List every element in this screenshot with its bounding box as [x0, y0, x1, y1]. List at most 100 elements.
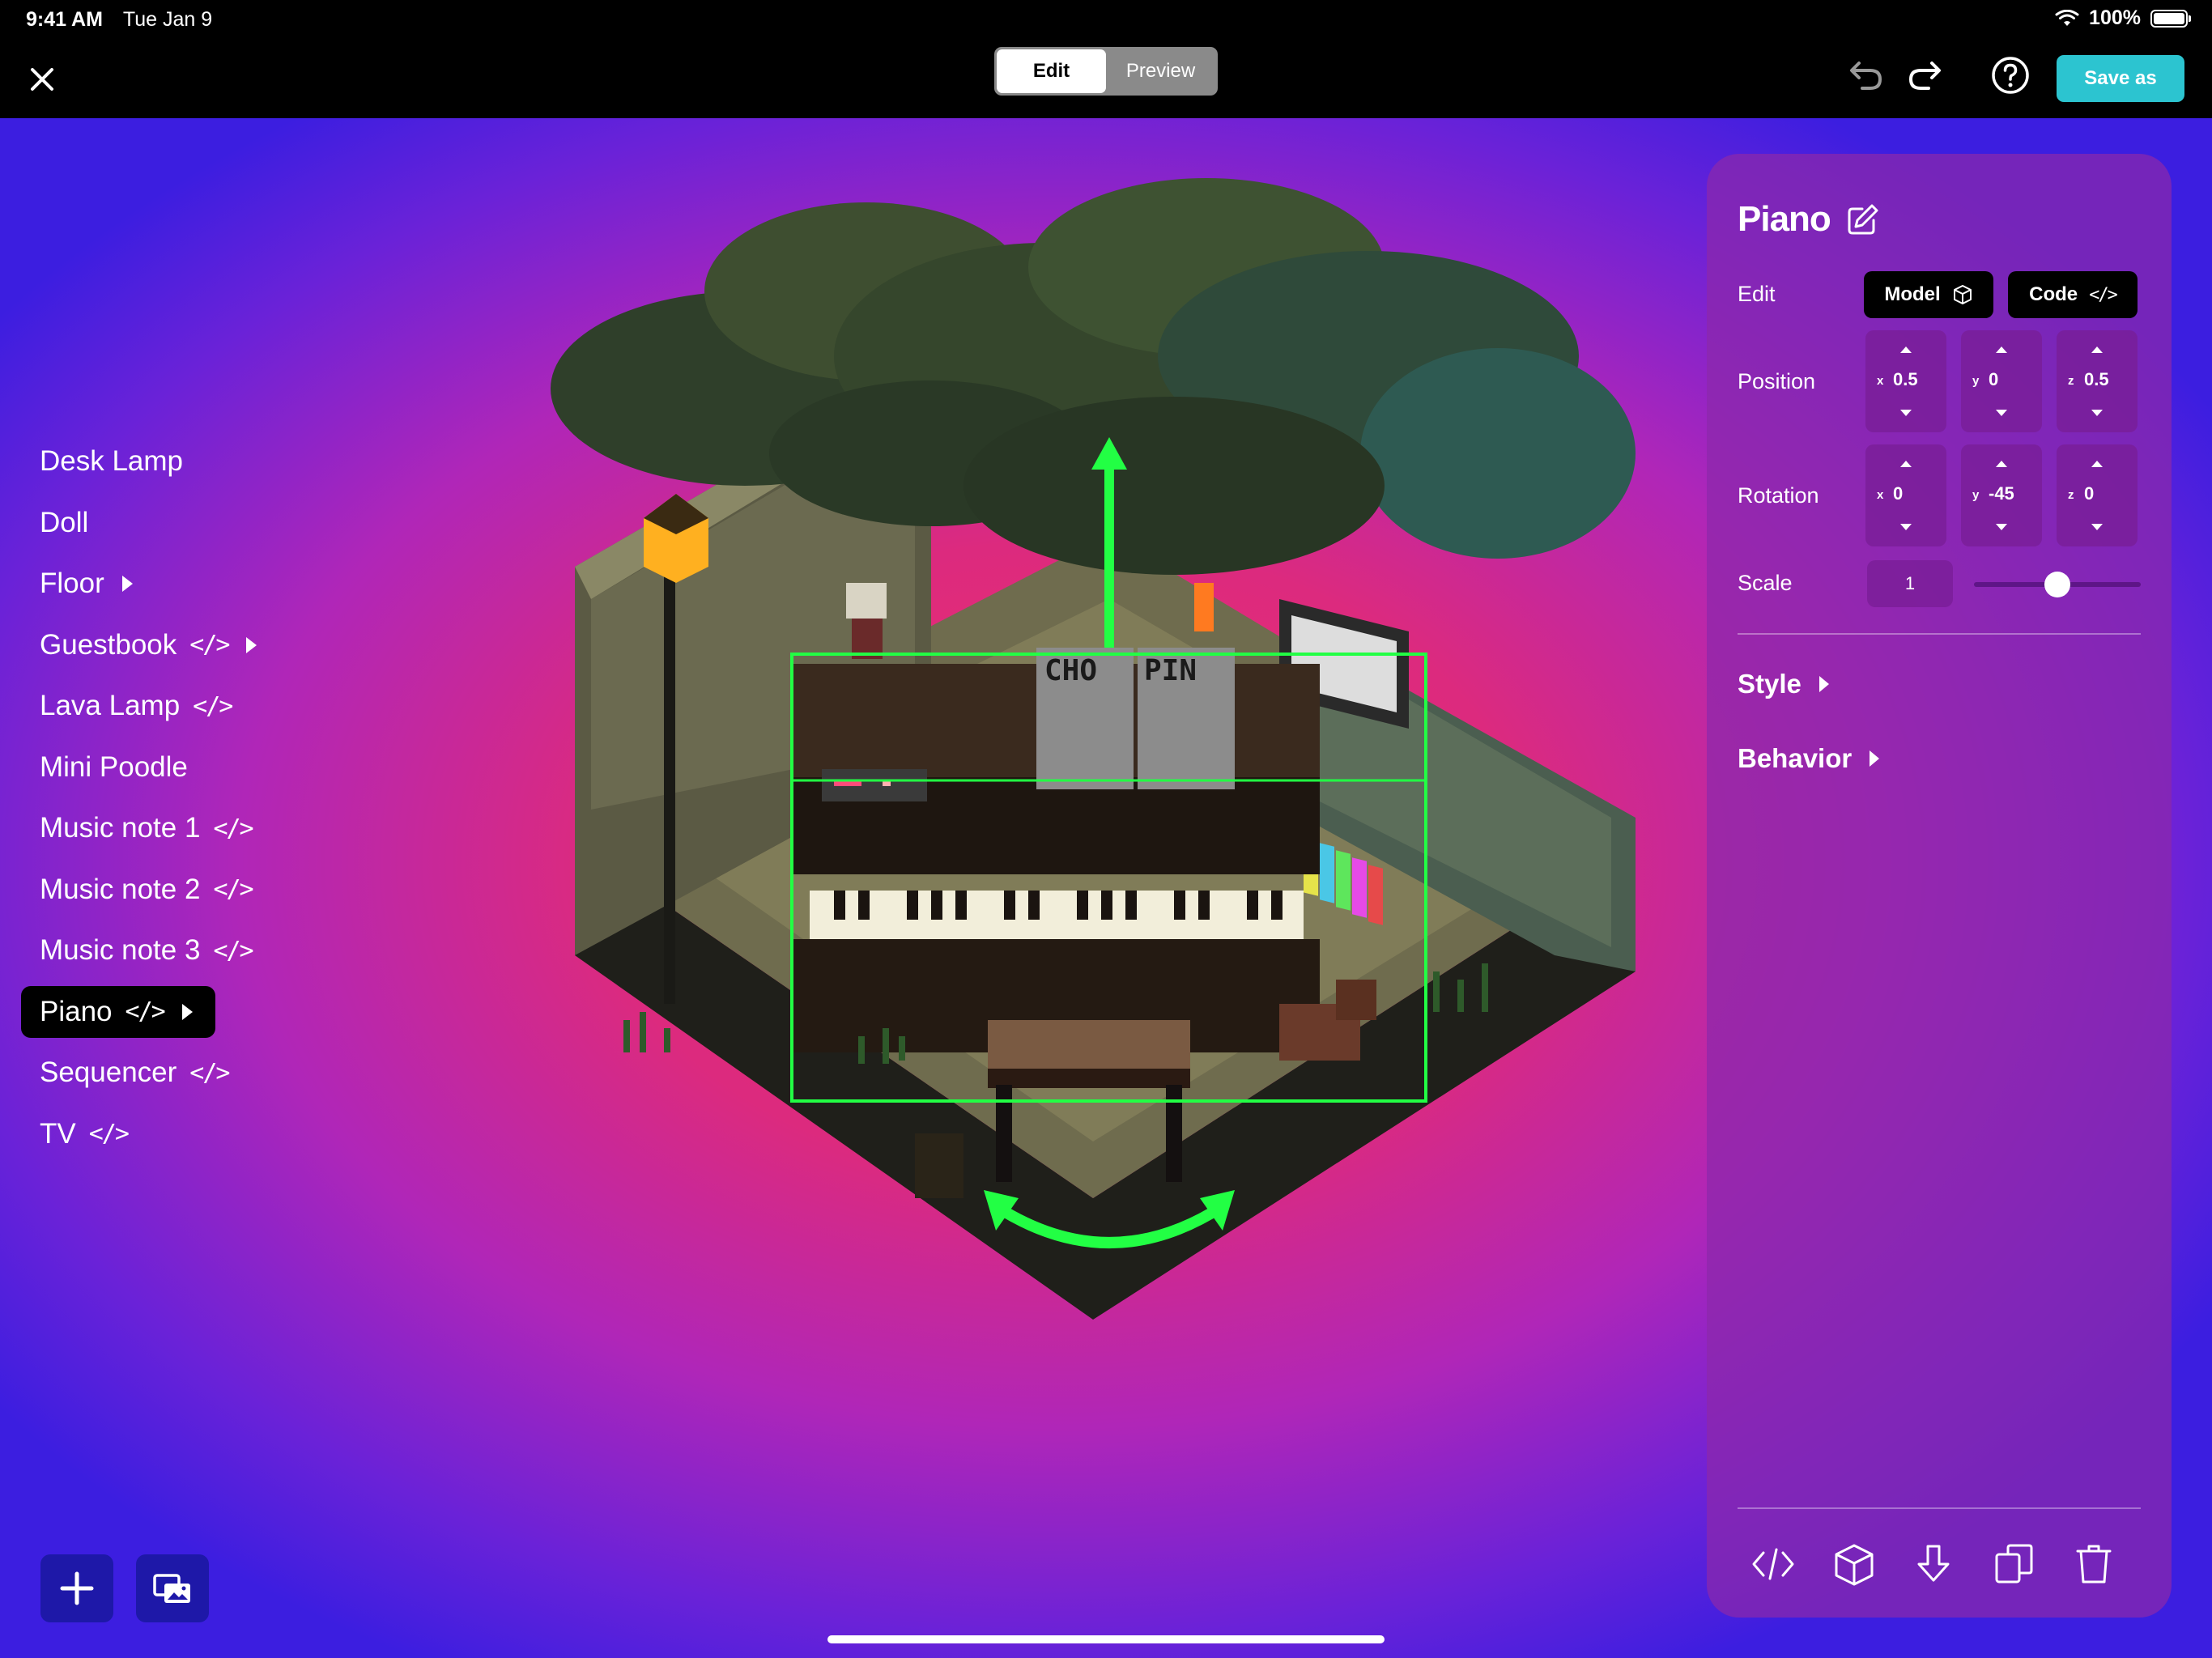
position-z-value: 0.5: [2084, 369, 2109, 389]
close-icon[interactable]: [24, 62, 60, 97]
increment-icon[interactable]: [1900, 346, 1912, 353]
code-icon: </>: [2089, 284, 2118, 305]
list-item-tv[interactable]: TV </>: [21, 1108, 296, 1160]
scale-label: Scale: [1738, 571, 1793, 595]
tab-preview[interactable]: Preview: [1106, 49, 1215, 93]
code-icon: </>: [193, 691, 233, 721]
status-date: Tue Jan 9: [122, 8, 213, 31]
tab-edit[interactable]: Edit: [997, 49, 1106, 93]
decrement-icon[interactable]: [1996, 524, 2007, 530]
code-icon: </>: [213, 814, 253, 843]
increment-icon[interactable]: [2091, 461, 2103, 467]
divider: [1738, 633, 2141, 635]
divider: [1738, 1507, 2141, 1509]
decrement-icon[interactable]: [1900, 524, 1912, 530]
increment-icon[interactable]: [1996, 461, 2007, 467]
download-icon[interactable]: [1909, 1540, 1958, 1588]
guestbook-model: [915, 1133, 963, 1198]
list-item-label: Music note 2: [40, 873, 201, 905]
decrement-icon[interactable]: [1900, 410, 1912, 416]
list-item-doll[interactable]: Doll: [21, 497, 296, 549]
decrement-icon[interactable]: [2091, 524, 2103, 530]
rotation-x-value: 0: [1893, 483, 1904, 504]
list-item-music-note-3[interactable]: Music note 3 </>: [21, 925, 296, 976]
redo-icon[interactable]: [1904, 55, 1945, 96]
rotation-y-value: -45: [1989, 483, 2014, 504]
library-button[interactable]: [136, 1554, 209, 1622]
status-time-text: 9:41 AM: [26, 8, 103, 31]
cube-icon: [1953, 285, 1972, 304]
edit-code-button[interactable]: Code </>: [2008, 271, 2138, 318]
code-icon[interactable]: [1749, 1540, 1797, 1588]
rotation-z-value: 0: [2084, 483, 2095, 504]
home-indicator[interactable]: [827, 1635, 1385, 1643]
list-item-label: Lava Lamp: [40, 690, 181, 721]
style-section-header[interactable]: Style: [1738, 669, 1829, 699]
list-item-music-note-1[interactable]: Music note 1 </>: [21, 802, 296, 854]
list-item-label: Music note 1: [40, 812, 201, 844]
list-item-music-note-2[interactable]: Music note 2 </>: [21, 864, 296, 916]
decrement-icon[interactable]: [2091, 410, 2103, 416]
behavior-section-header[interactable]: Behavior: [1738, 743, 1880, 774]
list-item-label: Mini Poodle: [40, 750, 188, 783]
position-z-stepper[interactable]: z 0.5: [2057, 330, 2138, 432]
doll-model: [846, 583, 887, 659]
status-indicators: 100%: [2055, 6, 2191, 30]
sheet-music-right-text: PIN: [1144, 654, 1197, 687]
list-item-desk-lamp[interactable]: Desk Lamp: [21, 436, 296, 487]
axis-x-label: x: [1877, 374, 1884, 388]
position-y-value: 0: [1989, 369, 1999, 389]
list-item-sequencer[interactable]: Sequencer </>: [21, 1047, 296, 1099]
list-item-floor[interactable]: Floor: [21, 558, 296, 610]
code-icon: </>: [189, 631, 230, 659]
status-time: 9:41 AM Tue Jan 9: [26, 8, 212, 32]
list-item-piano[interactable]: Piano </>: [21, 985, 215, 1038]
increment-icon[interactable]: [1900, 461, 1912, 467]
increment-icon[interactable]: [1996, 346, 2007, 353]
decrement-icon[interactable]: [1996, 410, 2007, 416]
rotation-label: Rotation: [1738, 483, 1819, 508]
list-item-label: Floor: [40, 568, 104, 599]
code-icon: </>: [189, 1058, 230, 1087]
voxel-scene-viewport[interactable]: CHO PIN: [478, 146, 1692, 1360]
axis-z-label: z: [2068, 374, 2074, 388]
rotation-z-stepper[interactable]: z 0: [2057, 444, 2138, 546]
position-y-stepper[interactable]: y 0: [1961, 330, 2042, 432]
help-icon[interactable]: [1990, 55, 2031, 96]
save-as-button[interactable]: Save as: [2057, 55, 2184, 102]
code-icon: </>: [213, 875, 253, 903]
sheet-music-left-text: CHO: [1044, 654, 1097, 687]
wifi-icon: [2055, 9, 2079, 26]
add-object-button[interactable]: [40, 1554, 113, 1622]
trash-icon[interactable]: [2069, 1540, 2118, 1588]
increment-icon[interactable]: [2091, 346, 2103, 353]
code-icon: </>: [125, 997, 166, 1026]
rotation-x-stepper[interactable]: x 0: [1865, 444, 1946, 546]
battery-icon: [2150, 9, 2191, 28]
object-list: Desk Lamp Doll Floor Guestbook </> Lava …: [21, 436, 296, 1169]
list-item-guestbook[interactable]: Guestbook </>: [21, 619, 296, 671]
scale-slider-handle[interactable]: [2044, 572, 2070, 597]
duplicate-icon[interactable]: [1990, 1540, 2039, 1588]
top-toolbar: 9:41 AM Tue Jan 9 100% Edit Preview Save…: [0, 0, 2212, 118]
axis-x-label: x: [1877, 488, 1884, 502]
code-icon: </>: [88, 1120, 130, 1148]
expand-triangle-icon[interactable]: [121, 576, 133, 592]
plus-icon: [60, 1571, 94, 1605]
edit-model-button[interactable]: Model: [1864, 271, 1993, 318]
rename-edit-icon[interactable]: [1844, 202, 1880, 238]
code-icon: </>: [213, 936, 253, 965]
rotation-y-stepper[interactable]: y -45: [1961, 444, 2042, 546]
position-x-stepper[interactable]: x 0.5: [1865, 330, 1946, 432]
list-item-mini-poodle[interactable]: Mini Poodle: [21, 742, 296, 793]
cube-icon[interactable]: [1830, 1540, 1878, 1588]
media-library-icon: [153, 1574, 190, 1603]
expand-triangle-icon: [1870, 750, 1880, 767]
list-item-label: Doll: [40, 506, 89, 538]
undo-icon[interactable]: [1846, 55, 1887, 96]
list-item-lava-lamp[interactable]: Lava Lamp </>: [21, 680, 296, 732]
scale-input[interactable]: 1: [1867, 560, 1953, 607]
axis-z-label: z: [2068, 488, 2074, 502]
expand-triangle-icon[interactable]: [246, 636, 257, 653]
expand-triangle-icon[interactable]: [181, 1003, 193, 1020]
